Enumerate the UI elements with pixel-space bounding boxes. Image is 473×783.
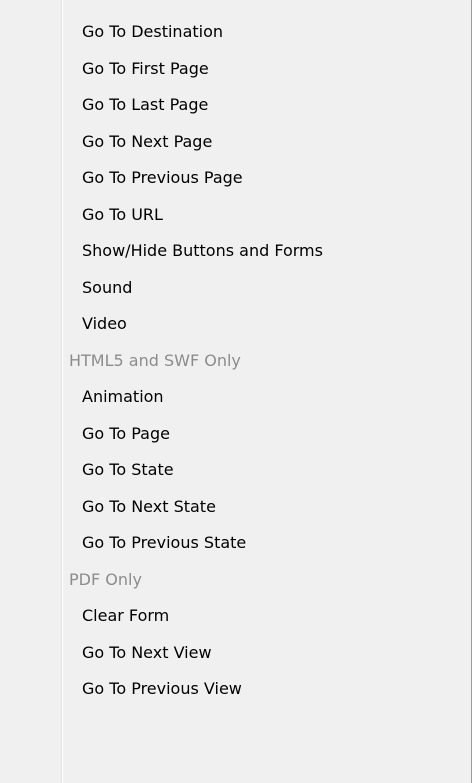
menu-item-video[interactable]: Video	[0, 306, 471, 343]
menu-item-label: Go To Next Page	[82, 131, 213, 151]
menu-item-go-to-next-view[interactable]: Go To Next View	[0, 635, 471, 672]
menu-item-label: Go To State	[82, 460, 174, 479]
menu-item-go-to-previous-state[interactable]: Go To Previous State	[0, 525, 471, 562]
menu-item-clear-form[interactable]: Clear Form	[0, 598, 471, 635]
menu-item-label: Go To Next View	[82, 642, 212, 662]
menu-item-label: Go To Next State	[82, 496, 216, 516]
menu-section-header-html5-swf: HTML5 and SWF Only	[0, 343, 471, 380]
menu-item-label: Go To URL	[82, 204, 163, 224]
menu-item-sound[interactable]: Sound	[0, 270, 471, 307]
menu-item-label: Animation	[82, 387, 164, 406]
menu-item-label: Show/Hide Buttons and Forms	[82, 241, 323, 260]
menu-item-list: Go To Destination Go To First Page Go To…	[0, 14, 471, 708]
menu-item-label: Go To Page	[82, 423, 170, 443]
menu-item-show-hide-buttons-and-forms[interactable]: Show/Hide Buttons and Forms	[0, 233, 471, 270]
menu-item-label: Go To Previous View	[82, 679, 242, 698]
menu-item-go-to-state[interactable]: Go To State	[0, 452, 471, 489]
menu-item-go-to-first-page[interactable]: Go To First Page	[0, 51, 471, 88]
menu-item-go-to-last-page[interactable]: Go To Last Page	[0, 87, 471, 124]
menu-item-animation[interactable]: Animation	[0, 379, 471, 416]
menu-item-label: Video	[82, 314, 127, 333]
menu-item-go-to-previous-view[interactable]: Go To Previous View	[0, 671, 471, 708]
menu-item-go-to-destination[interactable]: Go To Destination	[0, 14, 471, 51]
menu-item-label: Clear Form	[82, 606, 170, 625]
menu-item-go-to-next-page[interactable]: Go To Next Page	[0, 124, 471, 161]
menu-item-label: Go To Last Page	[82, 95, 209, 114]
section-header-label: HTML5 and SWF Only	[69, 350, 241, 370]
menu-item-label: Go To First Page	[82, 58, 209, 78]
menu-item-label: Go To Previous State	[82, 533, 247, 552]
menu-section-header-pdf-only: PDF Only	[0, 562, 471, 599]
section-header-label: PDF Only	[69, 569, 142, 589]
menu-item-label: Go To Previous Page	[82, 168, 243, 187]
menu-item-go-to-page[interactable]: Go To Page	[0, 416, 471, 453]
menu-item-label: Sound	[82, 277, 133, 297]
menu-item-go-to-previous-page[interactable]: Go To Previous Page	[0, 160, 471, 197]
menu-item-go-to-next-state[interactable]: Go To Next State	[0, 489, 471, 526]
actions-dropdown-menu: Go To Destination Go To First Page Go To…	[0, 0, 472, 783]
menu-item-label: Go To Destination	[82, 22, 224, 41]
menu-item-go-to-url[interactable]: Go To URL	[0, 197, 471, 234]
